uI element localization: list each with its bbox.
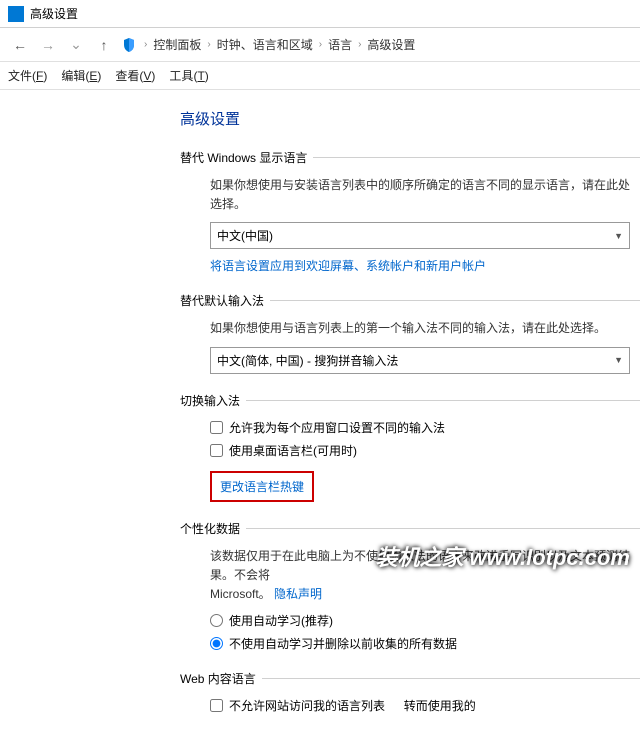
section-web-language: Web 内容语言 不允许网站访问我的语言列表 转而使用我的 bbox=[180, 670, 640, 714]
section-switch-ime: 切换输入法 允许我为每个应用窗口设置不同的输入法 使用桌面语言栏(可用时) 更改… bbox=[180, 392, 640, 502]
page-title: 高级设置 bbox=[180, 108, 640, 129]
up-button[interactable]: ↑ bbox=[92, 33, 116, 57]
section-description: 该数据仅用于在此电脑上为不使用输入法的语言来改进手写识别以及文本预测结果。不会将… bbox=[210, 547, 640, 605]
breadcrumb[interactable]: › 控制面板 › 时钟、语言和区域 › 语言 › 高级设置 bbox=[142, 36, 632, 53]
crumb-language[interactable]: 语言 bbox=[328, 36, 352, 53]
radio-label: 不使用自动学习并删除以前收集的所有数据 bbox=[229, 635, 457, 652]
radio-input[interactable] bbox=[210, 614, 223, 627]
section-personal-data: 个性化数据 该数据仅用于在此电脑上为不使用输入法的语言来改进手写识别以及文本预测… bbox=[180, 520, 640, 653]
section-head-label: Web 内容语言 bbox=[180, 670, 256, 687]
block-site-langlist-checkbox[interactable]: 不允许网站访问我的语言列表 转而使用我的 bbox=[210, 697, 640, 714]
recent-dropdown[interactable]: ⌄ bbox=[64, 33, 88, 57]
checkbox-input[interactable] bbox=[210, 421, 223, 434]
desktop-langbar-checkbox[interactable]: 使用桌面语言栏(可用时) bbox=[210, 442, 640, 459]
section-default-ime: 替代默认输入法 如果你想使用与语言列表上的第一个输入法不同的输入法，请在此处选择… bbox=[180, 292, 640, 373]
menu-view[interactable]: 查看(V) bbox=[115, 67, 155, 84]
menubar: 文件(F) 编辑(E) 查看(V) 工具(T) bbox=[0, 62, 640, 90]
crumb-advanced[interactable]: 高级设置 bbox=[367, 36, 415, 53]
chevron-right-icon: › bbox=[358, 39, 361, 50]
shield-icon bbox=[120, 36, 138, 54]
checkbox-input[interactable] bbox=[210, 699, 223, 712]
checkbox-label: 允许我为每个应用窗口设置不同的输入法 bbox=[229, 419, 445, 436]
divider bbox=[262, 678, 640, 679]
section-head-label: 切换输入法 bbox=[180, 392, 240, 409]
divider bbox=[313, 157, 640, 158]
default-ime-select[interactable]: 中文(简体, 中国) - 搜狗拼音输入法 ▼ bbox=[210, 347, 630, 374]
titlebar: 高级设置 bbox=[0, 0, 640, 28]
chevron-right-icon: › bbox=[144, 39, 147, 50]
section-description: 如果你想使用与语言列表上的第一个输入法不同的输入法，请在此处选择。 bbox=[210, 319, 640, 338]
crumb-clock-lang[interactable]: 时钟、语言和区域 bbox=[217, 36, 313, 53]
content: 高级设置 替代 Windows 显示语言 如果你想使用与安装语言列表中的顺序所确… bbox=[0, 90, 640, 732]
checkbox-input[interactable] bbox=[210, 444, 223, 457]
section-head-label: 个性化数据 bbox=[180, 520, 240, 537]
chevron-down-icon: ▼ bbox=[614, 231, 623, 241]
checkbox-label: 使用桌面语言栏(可用时) bbox=[229, 442, 357, 459]
crumb-control-panel[interactable]: 控制面板 bbox=[153, 36, 201, 53]
navbar: ← → ⌄ ↑ › 控制面板 › 时钟、语言和区域 › 语言 › 高级设置 bbox=[0, 28, 640, 62]
change-langbar-hotkey-link[interactable]: 更改语言栏热键 bbox=[210, 471, 314, 502]
back-button[interactable]: ← bbox=[8, 33, 32, 57]
forward-button[interactable]: → bbox=[36, 33, 60, 57]
divider bbox=[270, 300, 640, 301]
chevron-right-icon: › bbox=[319, 39, 322, 50]
window-title: 高级设置 bbox=[30, 5, 78, 22]
divider bbox=[246, 400, 640, 401]
radio-input[interactable] bbox=[210, 637, 223, 650]
radio-label: 使用自动学习(推荐) bbox=[229, 612, 333, 629]
menu-file[interactable]: 文件(F) bbox=[8, 67, 47, 84]
privacy-link[interactable]: 隐私声明 bbox=[274, 585, 322, 604]
menu-edit[interactable]: 编辑(E) bbox=[61, 67, 101, 84]
select-value: 中文(简体, 中国) - 搜狗拼音输入法 bbox=[217, 352, 398, 369]
chevron-right-icon: › bbox=[207, 39, 210, 50]
display-language-select[interactable]: 中文(中国) ▼ bbox=[210, 222, 630, 249]
control-panel-icon bbox=[8, 6, 24, 22]
divider bbox=[246, 528, 640, 529]
apply-to-welcome-link[interactable]: 将语言设置应用到欢迎屏幕、系统帐户和新用户帐户 bbox=[210, 257, 486, 274]
select-value: 中文(中国) bbox=[217, 227, 273, 244]
menu-tools[interactable]: 工具(T) bbox=[169, 67, 208, 84]
section-display-language: 替代 Windows 显示语言 如果你想使用与安装语言列表中的顺序所确定的语言不… bbox=[180, 149, 640, 274]
checkbox-label: 不允许网站访问我的语言列表 bbox=[229, 697, 385, 714]
no-auto-learn-radio[interactable]: 不使用自动学习并删除以前收集的所有数据 bbox=[210, 635, 640, 652]
section-head-label: 替代默认输入法 bbox=[180, 292, 264, 309]
section-description: 如果你想使用与安装语言列表中的顺序所确定的语言不同的显示语言，请在此处选择。 bbox=[210, 176, 640, 214]
per-app-ime-checkbox[interactable]: 允许我为每个应用窗口设置不同的输入法 bbox=[210, 419, 640, 436]
section-head-label: 替代 Windows 显示语言 bbox=[180, 149, 307, 166]
chevron-down-icon: ▼ bbox=[614, 355, 623, 365]
auto-learn-radio[interactable]: 使用自动学习(推荐) bbox=[210, 612, 640, 629]
tail-text: 转而使用我的 bbox=[404, 697, 476, 714]
